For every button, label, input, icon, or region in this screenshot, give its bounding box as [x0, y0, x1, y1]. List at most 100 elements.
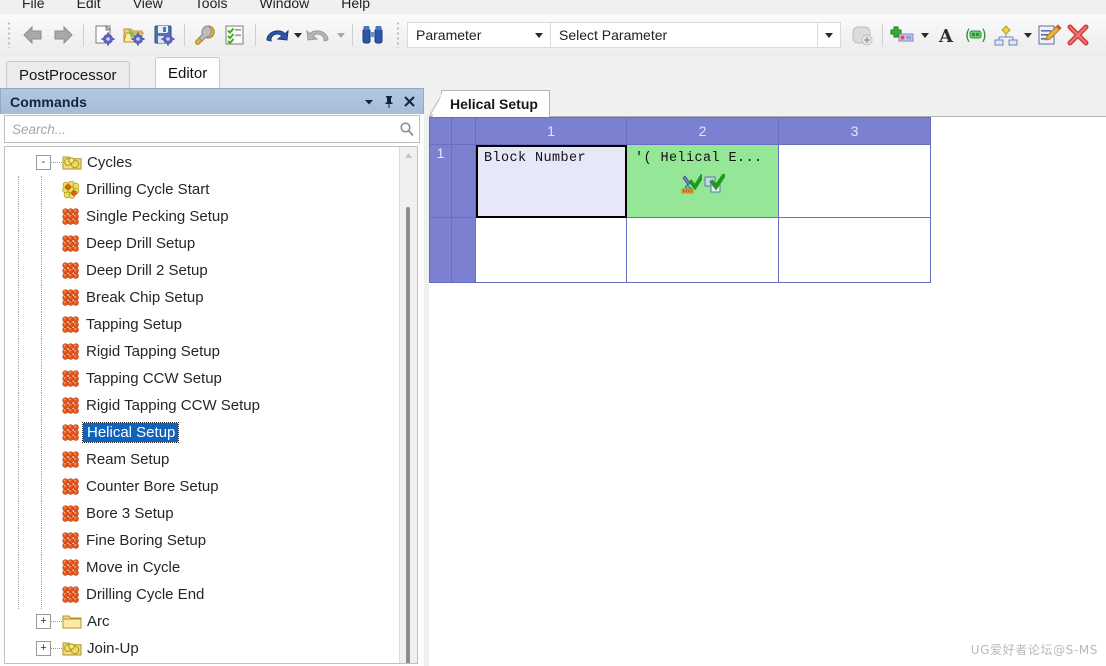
- grid-cell-r2c1[interactable]: [475, 217, 627, 283]
- tree-item-deep-drill-setup[interactable]: Deep Drill Setup: [5, 229, 398, 258]
- menu-item-file[interactable]: File: [6, 0, 61, 14]
- grid-cell-r2c2[interactable]: [626, 217, 779, 283]
- find-button[interactable]: [358, 20, 388, 50]
- tree-item-label: Drilling Cycle End: [86, 586, 205, 603]
- menu-item-tools[interactable]: Tools: [179, 0, 244, 14]
- tree-item-cycles[interactable]: - Cycles: [5, 149, 398, 176]
- commands-search-box[interactable]: [4, 115, 420, 143]
- spheres-icon: [61, 315, 81, 335]
- tree-item-single-pecking-setup[interactable]: Single Pecking Setup: [5, 202, 398, 231]
- toolbar-grip[interactable]: [5, 22, 14, 48]
- save-button[interactable]: [149, 20, 179, 50]
- font-button[interactable]: A: [931, 20, 961, 50]
- commands-tree-list: - Cycles Drilling Cycle Start Single Peckin…: [5, 149, 398, 662]
- tree-item-label: Drilling Cycle Start: [86, 181, 210, 198]
- redo-button[interactable]: [304, 20, 334, 50]
- editor-tab-helical-setup[interactable]: Helical Setup: [432, 90, 550, 118]
- tree-item-arc[interactable]: + Arc: [5, 608, 398, 635]
- tree-item-tapping-setup[interactable]: Tapping Setup: [5, 310, 398, 339]
- select-parameter-dropdown-button[interactable]: [818, 22, 841, 48]
- menu-item-window[interactable]: Window: [243, 0, 325, 14]
- tree-item-label: Tapping Setup: [86, 316, 182, 333]
- command-grid-table: 1 2 3 1 Block Number '( Helical E...: [429, 117, 931, 283]
- grid-cell-r1c2[interactable]: '( Helical E...: [626, 144, 779, 218]
- new-document-button[interactable]: [89, 20, 119, 50]
- tree-item-move-in-cycle[interactable]: Move in Cycle: [5, 553, 398, 582]
- add-element-button[interactable]: [888, 20, 918, 50]
- tree-item-counter-bore-setup[interactable]: Counter Bore Setup: [5, 472, 398, 501]
- edit-definition-button[interactable]: [1034, 20, 1064, 50]
- select-parameter-combo[interactable]: Select Parameter: [551, 22, 818, 48]
- panel-close-button[interactable]: [399, 91, 419, 113]
- undo-button[interactable]: [261, 20, 291, 50]
- grid-row-header-1[interactable]: 1: [429, 144, 452, 218]
- tab-postprocessor[interactable]: PostProcessor: [6, 61, 130, 88]
- tab-editor[interactable]: Editor: [155, 57, 221, 88]
- grid-row-gutter-2[interactable]: [451, 217, 476, 283]
- tree-structure-button[interactable]: [991, 20, 1021, 50]
- forward-arrow-icon: [54, 25, 73, 45]
- grid-row-header-2[interactable]: [429, 217, 452, 283]
- tree-item-helical-setup[interactable]: Helical Setup: [5, 418, 398, 447]
- tree-item-drilling-cycle-end[interactable]: Drilling Cycle End: [5, 580, 398, 609]
- tree-expander[interactable]: +: [36, 614, 51, 629]
- tree-item-join-up[interactable]: + Join-Up: [5, 635, 398, 662]
- folder-open-gears-icon: [62, 639, 82, 659]
- grid-column-header-1[interactable]: 1: [475, 117, 627, 145]
- toolbar-grip-2[interactable]: [394, 22, 403, 48]
- tree-item-bore-3-setup[interactable]: Bore 3 Setup: [5, 499, 398, 528]
- tree-item-deep-drill-2-setup[interactable]: Deep Drill 2 Setup: [5, 256, 398, 285]
- menu-item-view[interactable]: View: [117, 0, 179, 14]
- checkbox-check-icon[interactable]: [704, 172, 727, 197]
- grid-column-header-3[interactable]: 3: [778, 117, 931, 145]
- tree-item-ream-setup[interactable]: Ream Setup: [5, 445, 398, 474]
- panel-menu-button[interactable]: [359, 91, 379, 113]
- panel-pin-button[interactable]: [379, 91, 399, 113]
- redo-dropdown[interactable]: [334, 20, 347, 50]
- hierarchy-icon: [994, 25, 1018, 46]
- grid-row-gutter-1[interactable]: [451, 144, 476, 218]
- tree-structure-dropdown[interactable]: [1021, 20, 1034, 50]
- tree-item-drilling-cycle-start[interactable]: Drilling Cycle Start: [5, 175, 398, 204]
- toolbar-separator-1: [83, 24, 84, 46]
- search-input[interactable]: [5, 117, 395, 141]
- add-element-dropdown[interactable]: [918, 20, 931, 50]
- tree-item-label: Counter Bore Setup: [86, 478, 219, 495]
- grid-cell-r1c3[interactable]: [778, 144, 931, 218]
- menu-item-help[interactable]: Help: [325, 0, 386, 14]
- tree-item-break-chip-setup[interactable]: Break Chip Setup: [5, 283, 398, 312]
- commands-tree-scrollbar[interactable]: [399, 147, 417, 663]
- forward-button[interactable]: [48, 20, 78, 50]
- open-folder-gear-icon: [123, 28, 145, 46]
- tree-item-fine-boring-setup[interactable]: Fine Boring Setup: [5, 526, 398, 555]
- tree-expander[interactable]: -: [36, 155, 51, 170]
- options-button[interactable]: [190, 20, 220, 50]
- delete-button[interactable]: [1064, 20, 1094, 50]
- open-file-button[interactable]: [119, 20, 149, 50]
- insert-block-button[interactable]: [847, 20, 877, 50]
- grid-corner-cell-2[interactable]: [451, 117, 476, 145]
- commands-tree[interactable]: - Cycles Drilling Cycle Start Single Peckin…: [4, 146, 418, 664]
- scrollbar-thumb[interactable]: [406, 207, 410, 663]
- tree-item-rigid-tapping-ccw-setup[interactable]: Rigid Tapping CCW Setup: [5, 391, 398, 420]
- grid-column-header-2[interactable]: 2: [626, 117, 779, 145]
- grid-corner-cell[interactable]: [429, 117, 452, 145]
- menu-item-edit[interactable]: Edit: [61, 0, 117, 14]
- tree-item-tapping-ccw-setup[interactable]: Tapping CCW Setup: [5, 364, 398, 393]
- grid-cell-r1c1[interactable]: Block Number: [475, 144, 627, 218]
- validate-button[interactable]: [220, 20, 250, 50]
- scroll-up-button[interactable]: [400, 147, 417, 164]
- search-icon[interactable]: [395, 121, 419, 137]
- save-disk-gear-icon: [154, 25, 175, 46]
- back-button[interactable]: [18, 20, 48, 50]
- drill-check-icon[interactable]: [681, 173, 705, 197]
- tree-item-label: Single Pecking Setup: [86, 208, 229, 225]
- undo-arrow-icon: [266, 29, 289, 42]
- text-block-button[interactable]: ( ): [961, 20, 991, 50]
- toolbar-separator-3: [255, 24, 256, 46]
- grid-cell-r2c3[interactable]: [778, 217, 931, 283]
- parameter-dropdown-button[interactable]: [528, 22, 551, 48]
- tree-item-rigid-tapping-setup[interactable]: Rigid Tapping Setup: [5, 337, 398, 366]
- undo-dropdown[interactable]: [291, 20, 304, 50]
- tree-expander[interactable]: +: [36, 641, 51, 656]
